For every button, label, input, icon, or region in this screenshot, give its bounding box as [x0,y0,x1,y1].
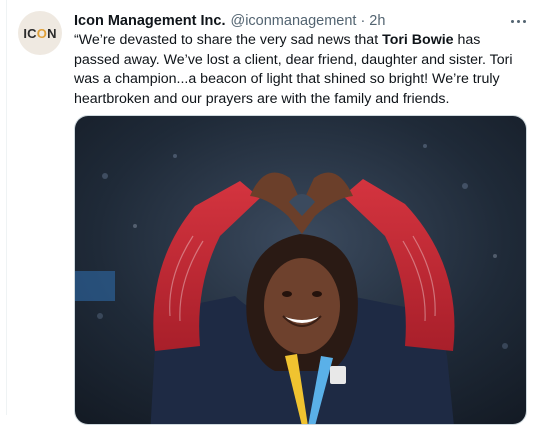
avatar-text-2: N [47,25,57,41]
more-options-icon[interactable] [508,13,528,29]
author-name[interactable]: Icon Management Inc. [74,13,225,29]
tweet-header: Icon Management Inc. @iconmanagement · 2… [74,11,499,31]
author-handle[interactable]: @iconmanagement [230,13,356,29]
avatar-text-o: O [36,25,48,41]
avatar[interactable]: IC O N [18,11,62,55]
timestamp[interactable]: 2h [369,13,385,29]
separator-dot: · [360,13,366,29]
column-divider [6,0,7,415]
avatar-text-1: IC [23,25,37,41]
tweet-text-part1: “We’re devasted to share the very sad ne… [74,32,383,48]
tweet-media-photo[interactable] [74,115,527,425]
tweet-text: “We’re devasted to share the very sad ne… [74,31,529,109]
tweet-text-highlight[interactable]: Tori Bowie [382,32,453,48]
athlete-photo [75,116,526,424]
